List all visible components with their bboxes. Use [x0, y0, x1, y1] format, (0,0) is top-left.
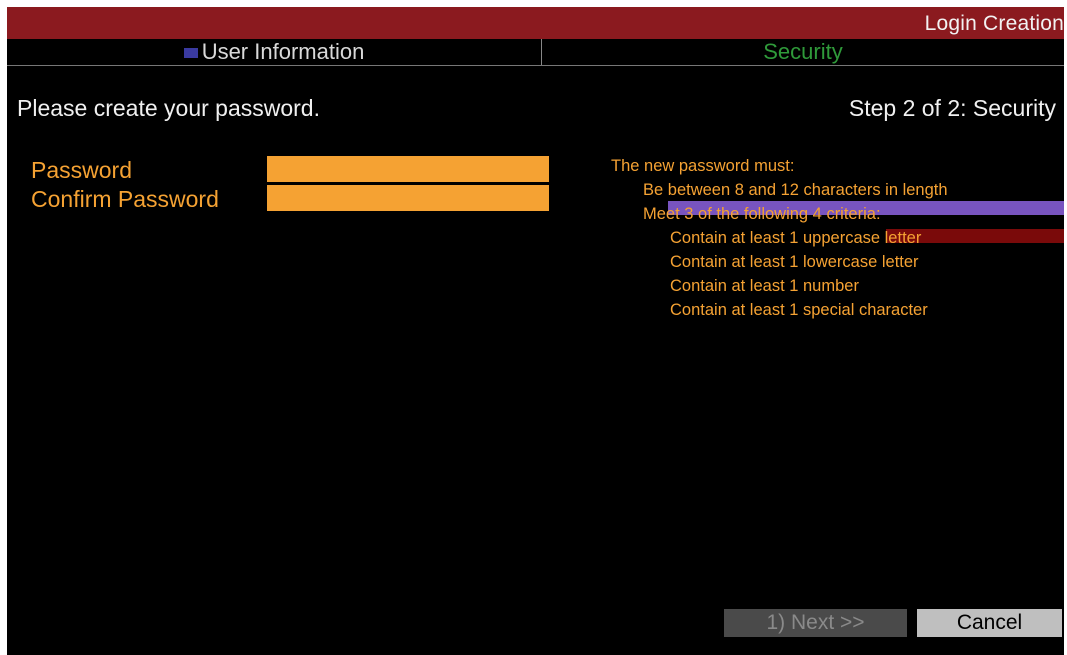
- cancel-button[interactable]: Cancel: [917, 609, 1062, 637]
- password-field[interactable]: [267, 156, 549, 182]
- step-indicator: Step 2 of 2: Security: [848, 95, 1056, 121]
- requirement-criteria-intro: Meet 3 of the following 4 criteria:: [643, 205, 881, 223]
- login-creation-window: Login Creation User Information Security…: [7, 7, 1064, 655]
- requirements-heading: The new password must:: [611, 157, 795, 175]
- requirement-length: Be between 8 and 12 characters in length: [643, 181, 948, 199]
- tab-user-information-label: User Information: [201, 39, 365, 64]
- tab-security-label: Security: [763, 39, 843, 64]
- next-button[interactable]: 1) Next >>: [724, 609, 907, 637]
- confirm-password-field[interactable]: [267, 185, 549, 211]
- requirement-number: Contain at least 1 number: [670, 277, 859, 295]
- window-title: Login Creation: [924, 12, 1064, 35]
- password-label: Password: [31, 157, 132, 183]
- check-icon: [183, 48, 198, 59]
- requirement-special: Contain at least 1 special character: [670, 301, 928, 319]
- page-prompt: Please create your password.: [17, 95, 320, 121]
- requirement-lowercase: Contain at least 1 lowercase letter: [670, 253, 919, 271]
- title-bar: Login Creation: [7, 7, 1064, 39]
- tab-security[interactable]: Security: [542, 39, 1064, 65]
- requirement-uppercase: Contain at least 1 uppercase letter: [670, 229, 922, 247]
- tab-user-information[interactable]: User Information: [7, 39, 542, 65]
- confirm-password-label: Confirm Password: [31, 186, 219, 212]
- step-tabs: User Information Security: [7, 39, 1064, 66]
